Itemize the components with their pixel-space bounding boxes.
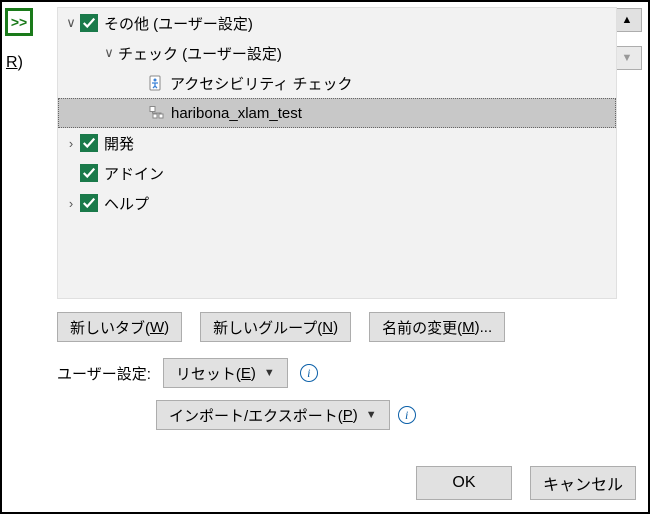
tree-label: アクセシビリティ チェック xyxy=(170,73,353,94)
include-r-label: R) xyxy=(6,54,23,72)
new-tab-button[interactable]: 新しいタブ(W) xyxy=(57,312,182,342)
ribbon-tree[interactable]: ∨ その他 (ユーザー設定) ∨ チェック (ユーザー設定) アクセシビリティ … xyxy=(57,7,617,299)
add-button-label: >> xyxy=(11,14,27,30)
reset-dropdown[interactable]: リセット(E) ▼ xyxy=(163,358,288,388)
chevron-down-icon[interactable]: ∨ xyxy=(62,15,80,31)
user-settings-label: ユーザー設定: xyxy=(57,363,151,384)
tree-label: チェック (ユーザー設定) xyxy=(118,43,282,64)
tree-item-dev[interactable]: › 開発 xyxy=(58,128,616,158)
dialog-footer: OK キャンセル xyxy=(416,466,636,500)
tree-item-addin[interactable]: アドイン xyxy=(58,158,616,188)
tree-label: アドイン xyxy=(104,163,164,184)
macro-module-icon xyxy=(147,104,165,122)
tree-item-help[interactable]: › ヘルプ xyxy=(58,188,616,218)
tree-label: ヘルプ xyxy=(104,193,149,214)
chevron-down-icon: ▼ xyxy=(366,409,377,421)
chevron-right-icon[interactable]: › xyxy=(62,136,80,151)
chevron-right-icon[interactable]: › xyxy=(62,196,80,211)
import-export-dropdown[interactable]: インポート/エクスポート(P) ▼ xyxy=(156,400,390,430)
import-export-row: インポート/エクスポート(P) ▼ i xyxy=(156,400,416,430)
chevron-down-icon: ▼ xyxy=(264,367,275,379)
rename-button[interactable]: 名前の変更(M)... xyxy=(369,312,505,342)
checkbox-checked-icon[interactable] xyxy=(80,134,98,152)
checkbox-checked-icon[interactable] xyxy=(80,194,98,212)
tree-item-other[interactable]: ∨ その他 (ユーザー設定) xyxy=(58,8,616,38)
tree-item-check-group[interactable]: ∨ チェック (ユーザー設定) xyxy=(58,38,616,68)
cancel-button-label: キャンセル xyxy=(543,471,623,495)
tree-label: その他 (ユーザー設定) xyxy=(104,13,253,34)
ok-button[interactable]: OK xyxy=(416,466,512,500)
checkbox-checked-icon[interactable] xyxy=(80,164,98,182)
info-icon[interactable]: i xyxy=(398,406,416,424)
info-icon[interactable]: i xyxy=(300,364,318,382)
tree-item-haribona[interactable]: haribona_xlam_test xyxy=(58,98,616,128)
tree-label: haribona_xlam_test xyxy=(171,105,302,122)
user-settings-row: ユーザー設定: リセット(E) ▼ i xyxy=(57,358,318,388)
tree-item-accessibility[interactable]: アクセシビリティ チェック xyxy=(58,68,616,98)
ok-button-label: OK xyxy=(452,474,475,492)
chevron-down-icon[interactable]: ∨ xyxy=(100,45,118,61)
new-group-button[interactable]: 新しいグループ(N) xyxy=(200,312,351,342)
dialog-frame: >> R) ▲ ▼ ∨ その他 (ユーザー設定) ∨ チェック (ユーザー設定) xyxy=(0,0,650,514)
checkbox-checked-icon[interactable] xyxy=(80,14,98,32)
cancel-button[interactable]: キャンセル xyxy=(530,466,636,500)
accessibility-icon xyxy=(146,74,164,92)
tab-action-row: 新しいタブ(W) 新しいグループ(N) 名前の変更(M)... xyxy=(57,312,505,342)
tree-label: 開発 xyxy=(104,133,134,154)
add-button[interactable]: >> xyxy=(5,8,33,36)
